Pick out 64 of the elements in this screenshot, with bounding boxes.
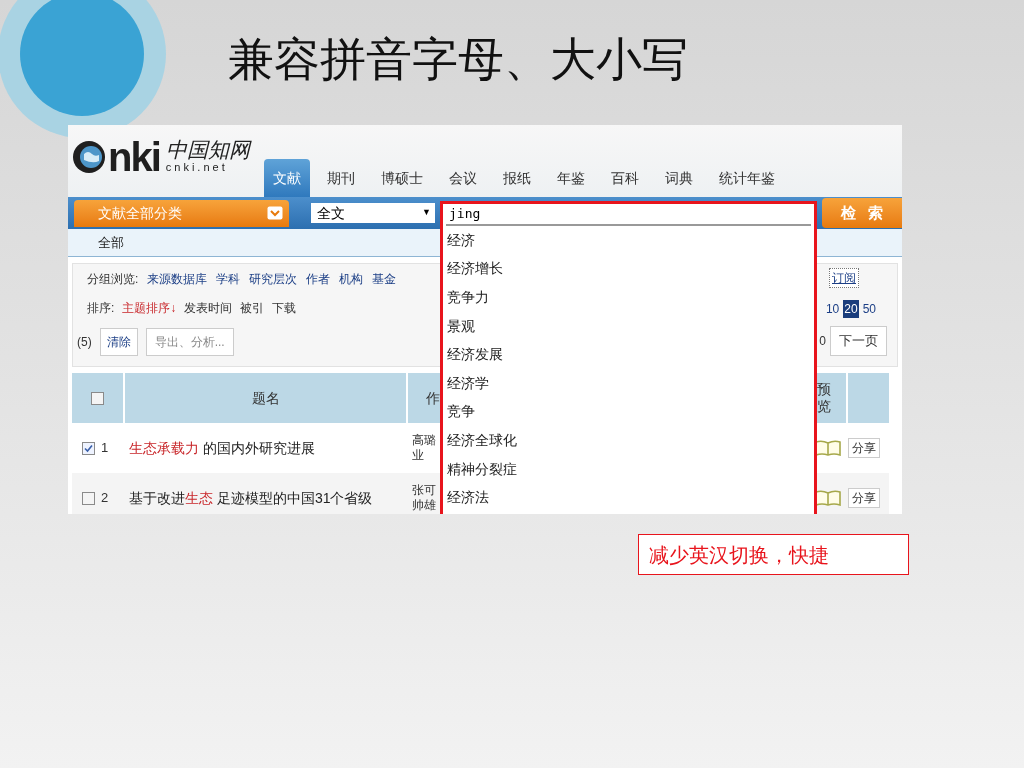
author-text: 张可 bbox=[412, 483, 436, 498]
share-button[interactable]: 分享 bbox=[848, 438, 880, 458]
suggestion-item[interactable]: 竞争力 bbox=[443, 283, 814, 312]
group-browse-link[interactable]: 基金 bbox=[372, 270, 397, 288]
suggestion-item[interactable]: 经济全球化 bbox=[443, 426, 814, 455]
group-browse-link[interactable]: 来源数据库 bbox=[147, 270, 208, 288]
page-size-option[interactable]: 20 bbox=[843, 300, 859, 318]
next-page-button[interactable]: 下一页 bbox=[830, 326, 887, 356]
row-number: 1 bbox=[101, 439, 109, 458]
suggestion-item[interactable]: 经济发展 bbox=[443, 340, 814, 369]
sort-option[interactable]: 主题排序↓ bbox=[122, 299, 177, 317]
slide-title: 兼容拼音字母、大小写 bbox=[228, 31, 688, 88]
author-text: 高璐 bbox=[412, 433, 436, 448]
author-text: 帅雄 bbox=[412, 498, 436, 513]
checkbox[interactable] bbox=[82, 441, 95, 455]
suggestion-item[interactable]: 经济增长 bbox=[443, 254, 814, 284]
page-size-option[interactable]: 10 bbox=[824, 300, 841, 318]
logo-wordmark: nki bbox=[108, 137, 160, 177]
category-label: 全部 bbox=[98, 233, 124, 252]
nav-tab[interactable]: 文献 bbox=[263, 159, 310, 197]
open-book-icon bbox=[815, 440, 841, 456]
row-number: 2 bbox=[101, 489, 109, 508]
chevron-down-icon bbox=[267, 206, 283, 220]
nav-tab[interactable]: 百科 bbox=[601, 159, 648, 197]
caption-text: 减少英汉切换，快捷 bbox=[649, 541, 829, 569]
nav-tab[interactable]: 报纸 bbox=[493, 159, 540, 197]
sort-option[interactable]: 下载 bbox=[272, 299, 297, 317]
export-button[interactable]: 导出、分析... bbox=[145, 328, 234, 356]
group-browse-link[interactable]: 机构 bbox=[339, 270, 364, 288]
field-select[interactable]: 全文 ▼ bbox=[311, 203, 435, 223]
group-browse-label: 分组浏览: bbox=[87, 271, 139, 288]
page-size-option[interactable]: 50 bbox=[861, 300, 877, 318]
page-number-fragment: 0 bbox=[819, 333, 826, 350]
nav-tab[interactable]: 博硕士 bbox=[371, 159, 432, 197]
suggestion-item[interactable]: 经济法 bbox=[443, 483, 814, 512]
select-caret: ▼ bbox=[422, 206, 431, 220]
group-browse-link[interactable]: 作者 bbox=[306, 270, 331, 288]
nav-tab[interactable]: 年鉴 bbox=[547, 159, 594, 197]
globe-icon bbox=[72, 140, 106, 174]
clear-button[interactable]: 清除 bbox=[99, 328, 138, 356]
share-button[interactable]: 分享 bbox=[848, 488, 880, 508]
nav-tab[interactable]: 期刊 bbox=[317, 159, 364, 197]
checkbox[interactable] bbox=[91, 391, 104, 405]
suggestion-item[interactable]: 精神分裂症 bbox=[443, 454, 814, 484]
nav-tab[interactable]: 词典 bbox=[655, 159, 702, 197]
query-input[interactable]: jing bbox=[446, 204, 811, 226]
result-count: (5) bbox=[77, 334, 92, 351]
suggestion-item[interactable]: 景观 bbox=[443, 311, 814, 341]
subscribe-button[interactable]: 订阅 bbox=[829, 268, 859, 288]
logo-domain: cnki.net bbox=[165, 160, 229, 175]
group-browse-link[interactable]: 研究层次 bbox=[249, 270, 298, 288]
article-title-link[interactable]: 生态承载力 的国内外研究进展 bbox=[129, 437, 315, 459]
group-browse-link[interactable]: 学科 bbox=[216, 270, 241, 288]
checkbox[interactable] bbox=[82, 491, 95, 505]
column-header: 题名 bbox=[125, 373, 408, 423]
sort-option[interactable]: 被引 bbox=[240, 299, 265, 317]
nav-tab[interactable]: 会议 bbox=[439, 159, 486, 197]
sort-label: 排序: bbox=[87, 300, 115, 317]
author-text: 业 bbox=[412, 448, 424, 463]
sort-option[interactable]: 发表时间 bbox=[184, 299, 233, 317]
suggestion-item[interactable]: 经济 bbox=[443, 226, 814, 255]
logo-chinese-name: 中国知网 bbox=[165, 139, 250, 161]
nav-tab[interactable]: 统计年鉴 bbox=[709, 159, 784, 197]
column-header: 预览 bbox=[817, 381, 831, 415]
